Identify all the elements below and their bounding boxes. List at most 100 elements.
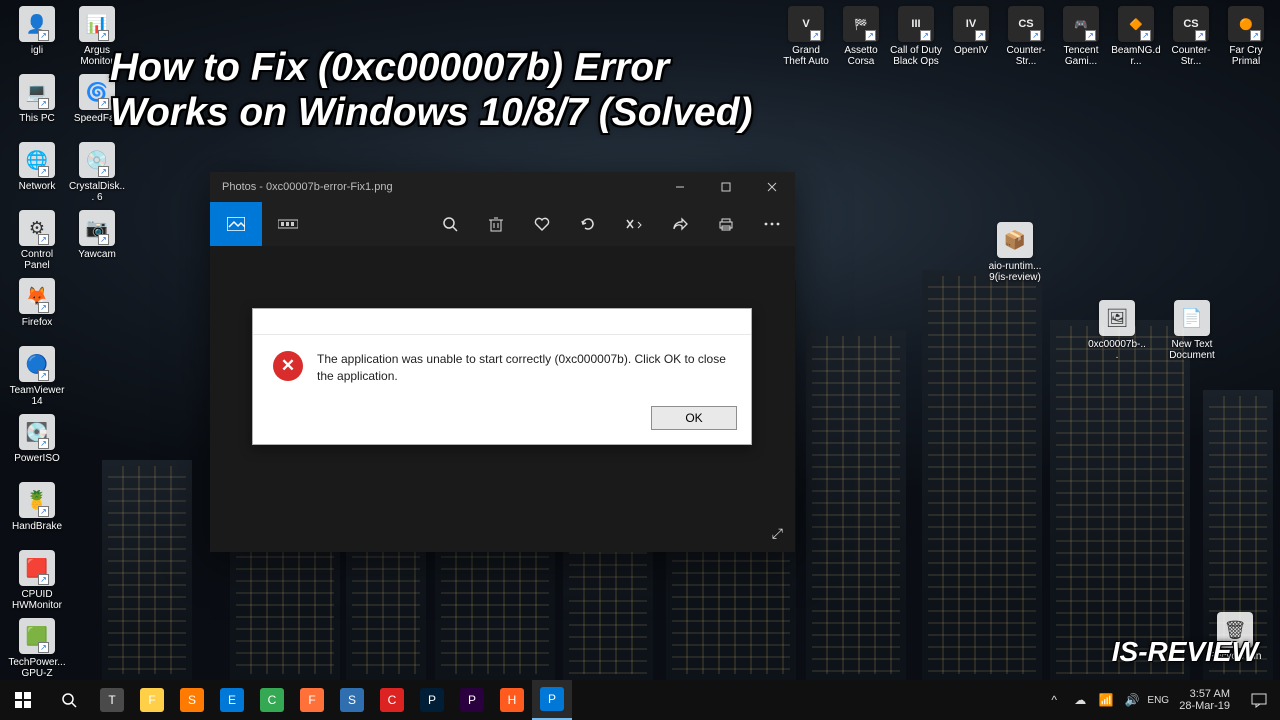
app-icon: 🖼 (1099, 300, 1135, 336)
shortcut-arrow-icon: ↗ (975, 30, 986, 41)
shortcut-arrow-icon: ↗ (865, 30, 876, 41)
shortcut-arrow-icon: ↗ (38, 642, 49, 653)
taskbar-app[interactable]: S (332, 680, 372, 720)
icon-label: Control Panel (8, 249, 66, 271)
taskbar-app-icon: H (500, 688, 524, 712)
taskbar-app-icon: P (460, 688, 484, 712)
tray-volume-icon[interactable]: 🔊 (1119, 680, 1145, 720)
taskbar-app[interactable]: T (92, 680, 132, 720)
taskbar-app[interactable]: H (492, 680, 532, 720)
app-icon: 💿 (79, 142, 115, 178)
taskbar-app-icon: S (340, 688, 364, 712)
icon-label: aio-runtim... 9(is-review) (986, 261, 1044, 283)
print-icon[interactable] (703, 202, 749, 246)
app-icon: 🔵 (19, 346, 55, 382)
app-icon: 🌐 (19, 142, 55, 178)
desktop-icon[interactable]: 🔵↗TeamViewer 14 (8, 346, 66, 407)
shortcut-arrow-icon: ↗ (1140, 30, 1151, 41)
icon-label: HandBrake (8, 521, 66, 532)
minimize-button[interactable] (657, 172, 703, 202)
taskbar-app-icon: F (300, 688, 324, 712)
shortcut-arrow-icon: ↗ (1250, 30, 1261, 41)
taskbar-app[interactable]: P (412, 680, 452, 720)
shortcut-arrow-icon: ↗ (38, 98, 49, 109)
taskbar-app[interactable]: P (532, 680, 572, 720)
icon-label: Firefox (8, 317, 66, 328)
taskbar-app[interactable]: P (452, 680, 492, 720)
taskbar-app[interactable]: C (252, 680, 292, 720)
taskbar-app[interactable]: F (292, 680, 332, 720)
maximize-button[interactable] (703, 172, 749, 202)
icon-label: Yawcam (68, 249, 126, 260)
desktop-icon[interactable]: 🌐↗ Network (8, 142, 66, 192)
taskbar-app-icon: T (100, 688, 124, 712)
app-icon: 💽 (19, 414, 55, 450)
share-icon[interactable] (657, 202, 703, 246)
desktop-icon[interactable]: 🟥↗CPUID HWMonitor (8, 550, 66, 611)
more-icon[interactable] (749, 202, 795, 246)
close-button[interactable] (749, 172, 795, 202)
photos-titlebar[interactable]: Photos - 0xc00007b-error-Fix1.png (210, 172, 795, 202)
icon-label: Network (8, 181, 66, 192)
icon-label: CrystalDisk... 6 (68, 181, 126, 203)
error-dialog: ✕ The application was unable to start co… (252, 308, 752, 445)
desktop-icon[interactable]: 🦊↗Firefox (8, 278, 66, 328)
icon-label: PowerISO (8, 453, 66, 464)
desktop-icon[interactable]: 👤↗igli (8, 6, 66, 56)
taskbar-app[interactable]: S (172, 680, 212, 720)
photos-title: Photos - 0xc00007b-error-Fix1.png (222, 181, 393, 193)
taskbar-app-icon: C (260, 688, 284, 712)
tray-network-icon[interactable]: 📶 (1093, 680, 1119, 720)
desktop-icon[interactable]: 🖼0xc00007b-... (1088, 300, 1146, 361)
icon-label: CPUID HWMonitor (8, 589, 66, 611)
desktop-icon[interactable]: 💽↗ PowerISO (8, 414, 66, 464)
shortcut-arrow-icon: ↗ (38, 166, 49, 177)
tray-onedrive-icon[interactable]: ☁ (1067, 680, 1093, 720)
filmstrip-tab[interactable] (262, 202, 314, 246)
taskbar-app[interactable]: E (212, 680, 252, 720)
shortcut-arrow-icon: ↗ (810, 30, 821, 41)
collection-tab[interactable] (210, 202, 262, 246)
delete-icon[interactable] (473, 202, 519, 246)
app-icon: ⚙ (19, 210, 55, 246)
desktop-icon[interactable]: 🟩↗TechPower... GPU-Z (8, 618, 66, 679)
desktop-icon[interactable]: 📷↗Yawcam (68, 210, 126, 260)
title-line-1: How to Fix (0xc000007b) Error (110, 46, 1240, 91)
desktop-icon[interactable]: 📄New Text Document (1163, 300, 1221, 361)
action-center-icon[interactable] (1238, 680, 1280, 720)
shortcut-arrow-icon: ↗ (38, 438, 49, 449)
photos-window[interactable]: Photos - 0xc00007b-error-Fix1.png (210, 172, 795, 552)
favorite-icon[interactable] (519, 202, 565, 246)
search-button[interactable] (46, 680, 92, 720)
app-icon: 👤 (19, 6, 55, 42)
tray-language-icon[interactable]: ENG (1145, 680, 1171, 720)
taskbar-app-icon: P (540, 687, 564, 711)
tray-chevron-icon[interactable]: ^ (1041, 680, 1067, 720)
taskbar-app-icon: P (420, 688, 444, 712)
taskbar-app[interactable]: C (372, 680, 412, 720)
taskbar-clock[interactable]: 3:57 AM 28-Mar-19 (1171, 688, 1238, 712)
shortcut-arrow-icon: ↗ (38, 370, 49, 381)
desktop-icon[interactable]: 📦 aio-runtim... 9(is-review) (986, 222, 1044, 283)
shortcut-arrow-icon: ↗ (1030, 30, 1041, 41)
desktop-icon[interactable]: 💿↗ CrystalDisk... 6 (68, 142, 126, 203)
photos-toolbar (210, 202, 795, 246)
taskbar-app[interactable]: F (132, 680, 172, 720)
app-icon: 📦 (997, 222, 1033, 258)
app-icon: 🍍 (19, 482, 55, 518)
desktop-icon[interactable]: ⚙↗Control Panel (8, 210, 66, 271)
desktop-icon[interactable]: 🍍↗HandBrake (8, 482, 66, 532)
system-tray[interactable]: ^ ☁ 📶 🔊 ENG 3:57 AM 28-Mar-19 (1041, 680, 1280, 720)
desktop-icon[interactable]: 💻↗This PC (8, 74, 66, 124)
taskbar[interactable]: TFSECFSCPPHP ^ ☁ 📶 🔊 ENG 3:57 AM 28-Mar-… (0, 680, 1280, 720)
app-icon: 🟥 (19, 550, 55, 586)
dialog-titlebar[interactable] (253, 309, 751, 335)
edit-icon[interactable] (611, 202, 657, 246)
zoom-icon[interactable] (427, 202, 473, 246)
start-button[interactable] (0, 680, 46, 720)
error-icon: ✕ (273, 351, 303, 381)
ok-button[interactable]: OK (651, 406, 737, 430)
resize-handle-icon[interactable]: ⤢ (772, 525, 783, 542)
rotate-icon[interactable] (565, 202, 611, 246)
shortcut-arrow-icon: ↗ (98, 166, 109, 177)
